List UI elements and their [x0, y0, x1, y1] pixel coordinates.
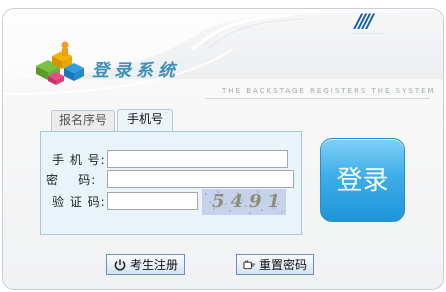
app-title: 登录系统 — [92, 61, 180, 81]
captcha-label: 验 证 码: — [52, 195, 106, 209]
captcha-text: 5491 — [212, 191, 286, 212]
phone-label: 手 机 号: — [52, 153, 106, 167]
brand-mark: //// — [355, 10, 374, 32]
hand-pointer-icon — [243, 259, 256, 269]
register-button-label: 考生注册 — [129, 258, 178, 272]
tab-registration-number[interactable]: 报名序号 — [51, 110, 115, 131]
colored-blocks-logo-icon — [36, 41, 84, 85]
password-label: 密 码: — [46, 173, 97, 187]
brand-dots: ·········· — [351, 30, 384, 38]
app-subtitle: THE BACKSTAGE REGISTERS THE SYSTEM — [222, 87, 436, 95]
captcha-image[interactable]: 5491 — [202, 189, 286, 215]
register-button[interactable]: 考生注册 — [106, 254, 185, 275]
reset-button-label: 重置密码 — [258, 258, 307, 272]
subtitle-divider — [205, 98, 430, 99]
login-button[interactable]: 登录 — [320, 138, 405, 222]
tab-phone-number[interactable]: 手机号 — [117, 109, 173, 132]
reset-password-button[interactable]: 重置密码 — [236, 254, 314, 275]
captcha-input[interactable] — [107, 192, 198, 210]
phone-input[interactable] — [107, 150, 288, 168]
password-input[interactable] — [107, 170, 294, 188]
power-icon — [114, 259, 126, 271]
